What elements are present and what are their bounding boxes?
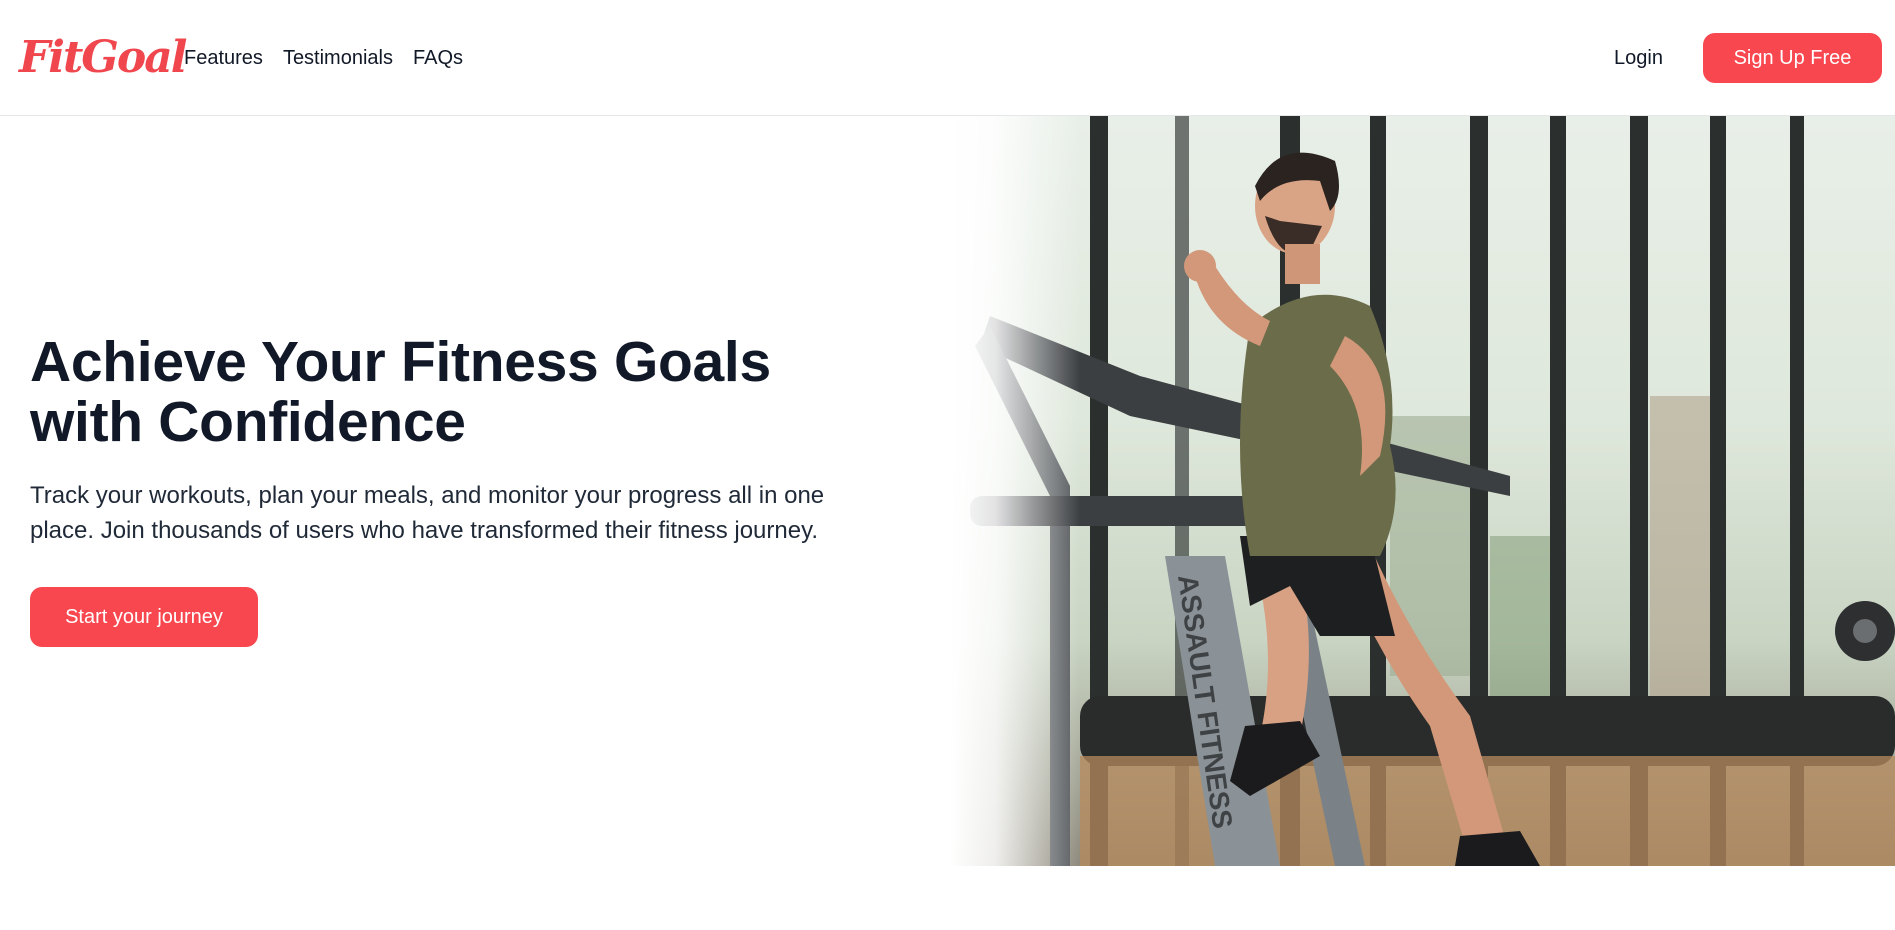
nav-features-link[interactable]: Features [184,45,263,71]
start-journey-button[interactable]: Start your journey [30,587,258,647]
nav-testimonials-link[interactable]: Testimonials [283,45,393,71]
sign-up-free-button[interactable]: Sign Up Free [1703,33,1882,83]
top-navbar: FitGoal Features Testimonials FAQs Login… [0,0,1895,116]
nav-faqs-link[interactable]: FAQs [413,45,463,71]
hero-subtitle: Track your workouts, plan your meals, an… [30,482,825,544]
hero-image: ASSAULT FITNESS [950,116,1895,866]
hero-image-fade [950,116,1080,866]
hero-photo-illustration: ASSAULT FITNESS [970,116,1895,866]
login-link[interactable]: Login [1614,45,1663,71]
primary-nav: Features Testimonials FAQs [184,45,463,71]
hero-title: Achieve Your Fitness Goals with Confiden… [30,330,771,454]
fitgoal-logo[interactable]: FitGoal [19,32,187,84]
